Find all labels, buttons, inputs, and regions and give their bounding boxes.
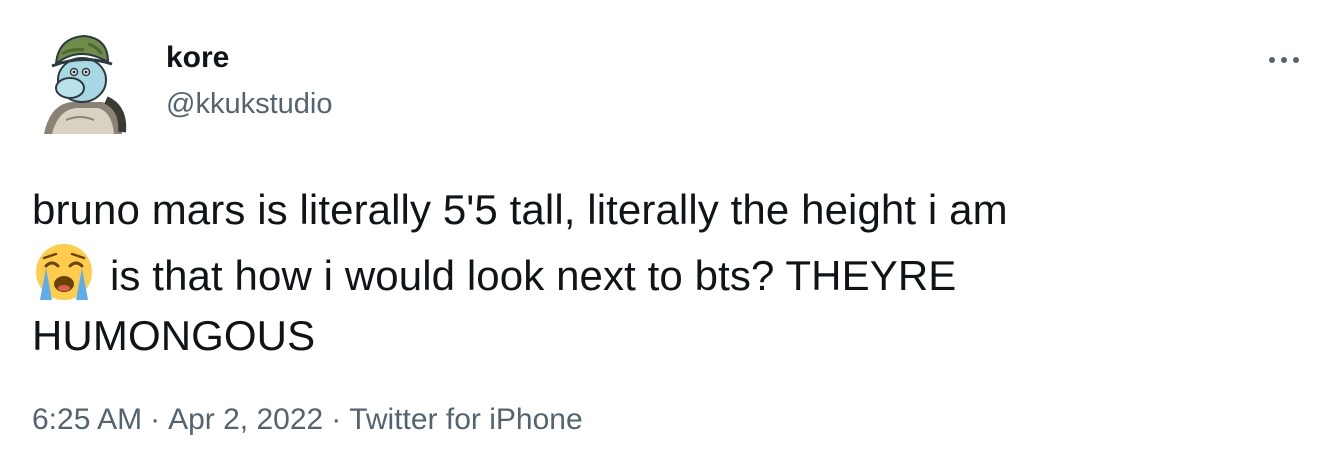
meta-separator: · — [150, 403, 161, 436]
cartoon-character-avatar-icon — [33, 34, 127, 137]
tweet-text: bruno mars is literally 5'5 tall, litera… — [32, 180, 1292, 366]
avatar[interactable] — [32, 24, 128, 138]
loudly-crying-face-emoji-icon — [32, 240, 96, 304]
tweet-source-link[interactable]: Twitter for iPhone — [349, 403, 582, 436]
tweet-card: kore @kkukstudio bruno mars is literally… — [0, 0, 1337, 469]
tweet-metadata: 6:25 AM · Apr 2, 2022 · Twitter for iPhone — [32, 400, 583, 440]
tweet-text-line: bruno mars is literally 5'5 tall, litera… — [32, 186, 1008, 233]
tweet-text-line-content: is that how i would look next to bts? TH… — [110, 252, 957, 299]
tweet-text-line: is that how i would look next to bts? TH… — [32, 240, 1292, 306]
more-options-button[interactable] — [1262, 50, 1306, 70]
more-options-icon — [1269, 57, 1299, 63]
tweet-text-line: HUMONGOUS — [32, 312, 316, 359]
tweet-timestamp-date[interactable]: Apr 2, 2022 — [168, 403, 323, 436]
author-handle[interactable]: @kkukstudio — [166, 86, 332, 122]
meta-separator: · — [331, 403, 342, 436]
author-display-name[interactable]: kore — [166, 40, 229, 76]
tweet-timestamp-time[interactable]: 6:25 AM — [32, 403, 142, 436]
